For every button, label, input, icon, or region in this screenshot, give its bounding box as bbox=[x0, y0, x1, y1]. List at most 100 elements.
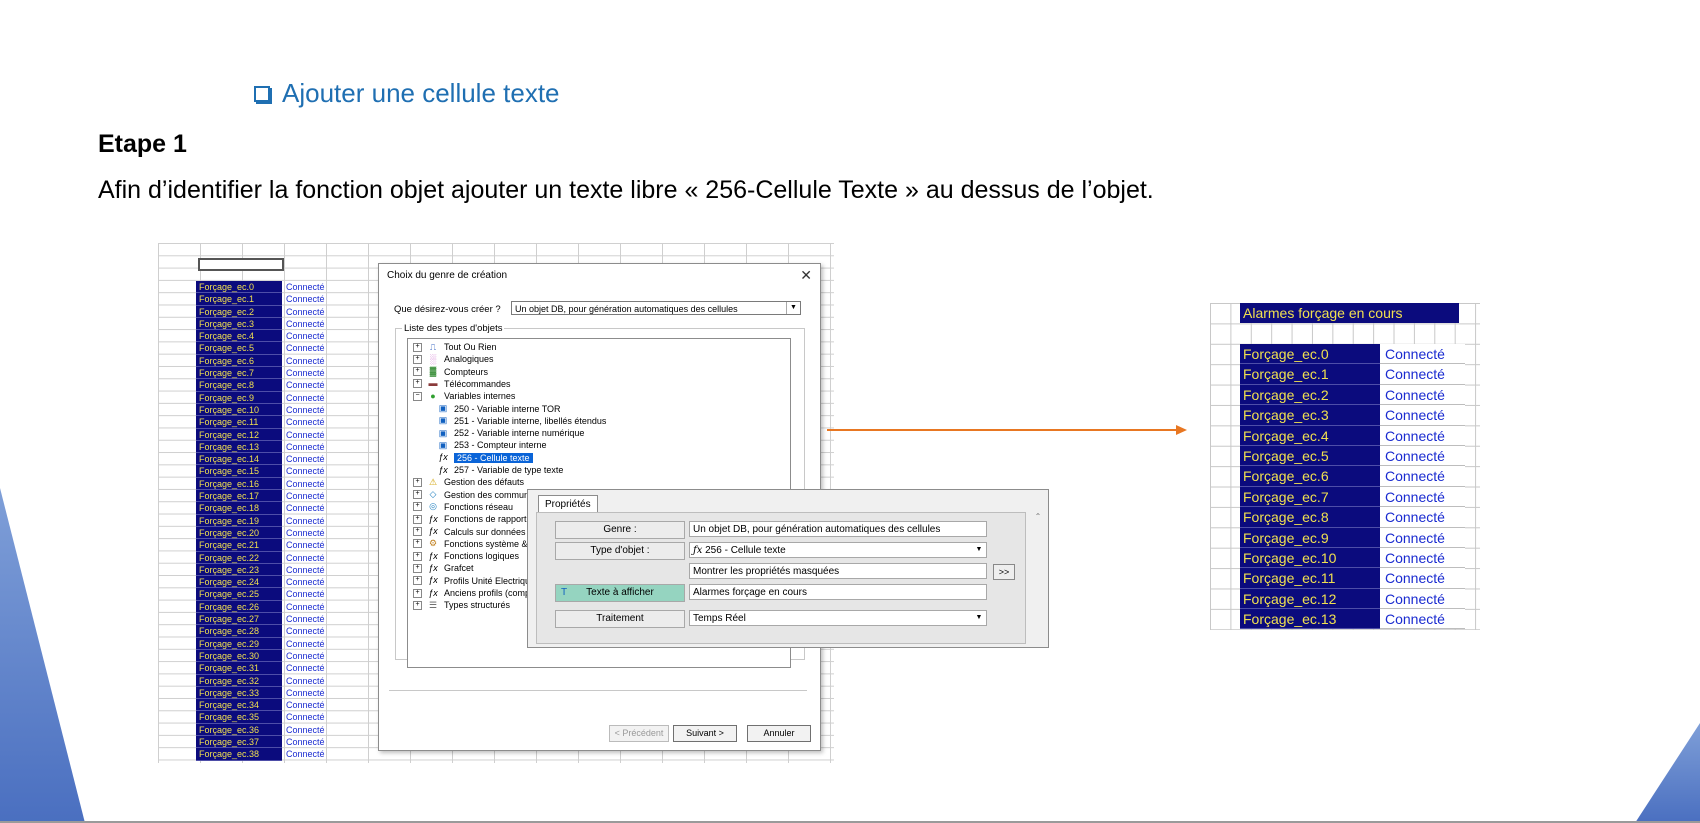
tree-item[interactable]: + ƒx Anciens profils (comp bbox=[413, 587, 530, 599]
tree-item[interactable]: ƒx 256 - Cellule texte bbox=[436, 452, 533, 464]
expand-toggle-icon[interactable]: + bbox=[413, 502, 422, 512]
cell-status[interactable]: Connecté bbox=[282, 564, 346, 576]
cell-status[interactable]: Connecté bbox=[282, 429, 346, 441]
cell-status[interactable]: Connecté bbox=[1380, 384, 1465, 406]
expand-toggle-icon[interactable]: + bbox=[413, 342, 422, 352]
cell-name[interactable]: Forçage_ec.1 bbox=[1240, 364, 1380, 385]
cell-status[interactable]: Connecté bbox=[1380, 364, 1465, 385]
cell-status[interactable]: Connecté bbox=[1380, 344, 1465, 365]
cell-status[interactable]: Connecté bbox=[282, 281, 346, 293]
cell-name[interactable]: Forçage_ec.7 bbox=[1240, 486, 1380, 508]
tab-properties[interactable]: Propriétés bbox=[538, 495, 598, 513]
tree-item[interactable]: + ▓ Compteurs bbox=[413, 366, 488, 378]
cell-status[interactable]: Connecté bbox=[282, 441, 346, 453]
cell-status[interactable]: Connecté bbox=[282, 699, 346, 711]
expand-button[interactable]: >> bbox=[993, 564, 1015, 580]
cell-status[interactable]: Connecté bbox=[282, 355, 346, 367]
cell-status[interactable]: Connecté bbox=[282, 687, 346, 699]
cell-status[interactable]: Connecté bbox=[282, 736, 346, 748]
creation-type-select[interactable]: Un objet DB, pour génération automatique… bbox=[511, 301, 801, 315]
tree-item[interactable]: + ƒx Grafcet bbox=[413, 562, 474, 574]
cell-name[interactable]: Forçage_ec.5 bbox=[1240, 445, 1380, 467]
expand-toggle-icon[interactable]: + bbox=[413, 514, 422, 524]
cell-status[interactable]: Connecté bbox=[1380, 609, 1465, 630]
cell-name[interactable]: Forçage_ec.6 bbox=[196, 354, 282, 368]
cell-name[interactable]: Forçage_ec.12 bbox=[1240, 588, 1380, 610]
cell-status[interactable]: Connecté bbox=[282, 367, 346, 379]
expand-toggle-icon[interactable]: + bbox=[413, 576, 422, 586]
cell-name[interactable]: Forçage_ec.15 bbox=[196, 465, 282, 478]
cell-name[interactable]: Forçage_ec.8 bbox=[196, 379, 282, 392]
tree-item[interactable]: + ⚠ Gestion des défauts bbox=[413, 476, 524, 488]
cell-status[interactable]: Connecté bbox=[282, 392, 346, 404]
previous-button[interactable]: < Précédent bbox=[609, 725, 669, 742]
cell-status[interactable]: Connecté bbox=[282, 490, 346, 502]
cell-status[interactable]: Connecté bbox=[282, 552, 346, 564]
expand-toggle-icon[interactable]: + bbox=[413, 379, 422, 389]
cell-status[interactable]: Connecté bbox=[1380, 507, 1465, 528]
cell-name[interactable]: Forçage_ec.34 bbox=[196, 699, 282, 712]
tree-item[interactable]: ▣ 252 - Variable interne numérique bbox=[436, 427, 585, 439]
cell-status[interactable]: Connecté bbox=[1380, 425, 1465, 446]
cell-status[interactable]: Connecté bbox=[282, 625, 346, 637]
cell-status[interactable]: Connecté bbox=[282, 601, 346, 613]
expand-toggle-icon[interactable]: + bbox=[413, 539, 422, 549]
cell-status[interactable]: Connecté bbox=[1380, 466, 1465, 487]
cell-status[interactable]: Connecté bbox=[282, 724, 346, 736]
cell-status[interactable]: Connecté bbox=[282, 638, 346, 650]
expand-toggle-icon[interactable]: + bbox=[413, 354, 422, 364]
cell-name[interactable]: Forçage_ec.30 bbox=[196, 649, 282, 663]
cell-status[interactable]: Connecté bbox=[282, 293, 346, 305]
cell-status[interactable]: Connecté bbox=[282, 675, 346, 687]
next-button[interactable]: Suivant > bbox=[673, 725, 737, 742]
cell-name[interactable]: Forçage_ec.21 bbox=[196, 539, 282, 552]
cell-status[interactable]: Connecté bbox=[282, 404, 346, 416]
type-select[interactable]: ƒx 256 - Cellule texte ▼ bbox=[689, 542, 987, 558]
cell-status[interactable]: Connecté bbox=[1380, 445, 1465, 467]
cell-name[interactable]: Forçage_ec.11 bbox=[1240, 568, 1380, 589]
expand-toggle-icon[interactable]: + bbox=[413, 367, 422, 377]
chevron-down-icon[interactable]: ▼ bbox=[973, 544, 985, 556]
tree-item[interactable]: + ░ Analogiques bbox=[413, 353, 494, 365]
expand-toggle-icon[interactable]: + bbox=[413, 490, 422, 500]
cell-name[interactable]: Forçage_ec.0 bbox=[196, 281, 282, 294]
cell-name[interactable]: Forçage_ec.10 bbox=[196, 403, 282, 417]
cell-name[interactable]: Forçage_ec.35 bbox=[196, 711, 282, 724]
treatment-select[interactable]: Temps Réel ▼ bbox=[689, 610, 987, 626]
cell-status[interactable]: Connecté bbox=[282, 318, 346, 330]
cell-name[interactable]: Forçage_ec.3 bbox=[196, 317, 282, 331]
cell-name[interactable]: Forçage_ec.4 bbox=[1240, 425, 1380, 446]
cell-status[interactable]: Connecté bbox=[282, 453, 346, 465]
cell-status[interactable]: Connecté bbox=[282, 330, 346, 342]
cell-name[interactable]: Forçage_ec.22 bbox=[196, 551, 282, 564]
cell-status[interactable]: Connecté bbox=[282, 650, 346, 662]
tree-item[interactable]: + ◇ Gestion des commun bbox=[413, 489, 529, 501]
cancel-button[interactable]: Annuler bbox=[747, 725, 811, 742]
cell-status[interactable]: Connecté bbox=[282, 465, 346, 477]
cell-name[interactable]: Forçage_ec.27 bbox=[196, 613, 282, 626]
tree-item[interactable]: ▣ 253 - Compteur interne bbox=[436, 439, 547, 451]
cell-status[interactable]: Connecté bbox=[1380, 588, 1465, 610]
cell-status[interactable]: Connecté bbox=[282, 539, 346, 551]
cell-name[interactable]: Forçage_ec.2 bbox=[196, 305, 282, 318]
cell-name[interactable]: Forçage_ec.26 bbox=[196, 600, 282, 614]
chevron-up-icon[interactable]: ⌃ bbox=[1035, 512, 1042, 521]
cell-name[interactable]: Forçage_ec.6 bbox=[1240, 466, 1380, 487]
expand-toggle-icon[interactable]: + bbox=[413, 588, 422, 598]
result-title-cell[interactable]: Alarmes forçage en cours bbox=[1240, 303, 1459, 323]
cell-name[interactable]: Forçage_ec.25 bbox=[196, 588, 282, 601]
tree-item[interactable]: + ƒx Fonctions logiques bbox=[413, 550, 519, 562]
empty-header-cell[interactable] bbox=[198, 258, 284, 271]
chevron-down-icon[interactable]: ▼ bbox=[786, 302, 800, 314]
cell-name[interactable]: Forçage_ec.13 bbox=[196, 440, 282, 454]
tree-item[interactable]: + ◎ Fonctions réseau bbox=[413, 501, 513, 513]
cell-name[interactable]: Forçage_ec.29 bbox=[196, 637, 282, 650]
cell-status[interactable]: Connecté bbox=[282, 588, 346, 600]
cell-name[interactable]: Forçage_ec.0 bbox=[1240, 344, 1380, 365]
text-to-display-input[interactable]: Alarmes forçage en cours bbox=[689, 584, 987, 600]
cell-name[interactable]: Forçage_ec.20 bbox=[196, 526, 282, 540]
properties-scrollbar[interactable]: ⌃ bbox=[1030, 512, 1046, 642]
cell-status[interactable]: Connecté bbox=[1380, 527, 1465, 548]
cell-name[interactable]: Forçage_ec.13 bbox=[1240, 609, 1380, 630]
tree-item[interactable]: + ⎍ Tout Ou Rien bbox=[413, 341, 497, 353]
